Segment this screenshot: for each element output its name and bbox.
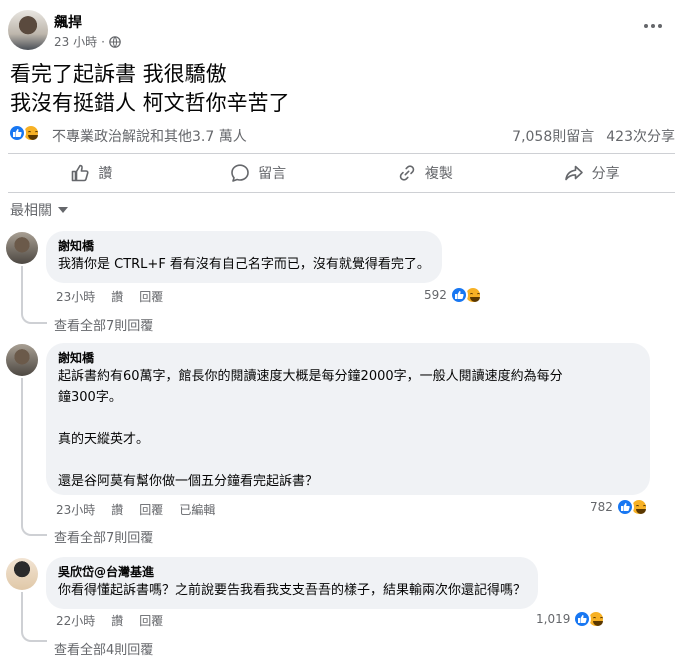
post-time[interactable]: 23 小時 [54,33,97,50]
comment-reactions[interactable]: 1,019 [536,610,606,628]
post-author-avatar[interactable] [8,10,48,50]
comment-button[interactable]: 留言 [175,154,342,192]
comment-time[interactable]: 23小時 [56,501,95,518]
comment-avatar[interactable] [6,232,38,264]
comment-author[interactable]: 謝知橋 [58,238,430,254]
copy-button-label: 複製 [424,166,453,182]
comment-reaction-count: 1,019 [536,612,571,626]
comment-bubble: 謝知橋 起訴書約有60萬字，館長你的閱讀速度大概是每分鐘2000字，一般人閱讀速… [46,343,650,495]
more-options-button[interactable] [639,18,667,34]
post-author-name[interactable]: 飆捍 [54,12,82,32]
thread-elbow [21,512,47,536]
comment-text: 你看得懂起訴書嗎？之前說要告我看我支支吾吾的樣子，結果輸兩次你還記得嗎？ [58,583,527,598]
comment-reply-button[interactable]: 回覆 [139,288,163,305]
comment-author[interactable]: 吳欣岱@台灣基進 [58,564,526,580]
comment-like-button[interactable]: 讚 [111,288,123,305]
post-action-bar: 讚 留言 複製 分享 [8,153,675,193]
comment-reply-button[interactable]: 回覆 [139,612,163,629]
comment-count[interactable]: 7,058則留言 [512,126,594,146]
comment-reply-button[interactable]: 回覆 [139,501,163,518]
link-icon [399,165,415,181]
comment-time[interactable]: 23小時 [56,288,95,305]
view-replies-link[interactable]: 查看全部7則回覆 [54,527,153,546]
globe-icon [109,35,121,48]
comment-time[interactable]: 22小時 [56,612,95,629]
view-replies-link[interactable]: 查看全部4則回覆 [54,639,153,658]
comment-text: 起訴書約有60萬字，館長你的閱讀速度大概是每分鐘2000字，一般人閱讀速度約為每… [58,369,563,489]
comment-actions: 23小時 讚 回覆 已編輯 [56,501,215,518]
comment-bubble: 謝知橋 我猜你是 CTRL+F 看有沒有自己名字而已，沒有就覺得看完了。 [46,231,442,283]
comment-edited-label: 已編輯 [179,503,216,517]
like-button[interactable]: 讚 [8,154,175,192]
comment-avatar[interactable] [6,344,38,376]
comment-text: 我猜你是 CTRL+F 看有沒有自己名字而已，沒有就覺得看完了。 [58,257,430,272]
thumbs-up-icon [72,164,89,182]
comment-reaction-count: 592 [424,288,447,302]
post-text-line: 看完了起訴書 我很驕傲 [10,62,227,86]
post-meta: 23 小時 · [54,33,121,50]
share-count[interactable]: 423次分享 [606,126,675,146]
post-counts: 7,058則留言 423次分享 [512,126,675,146]
comment-author[interactable]: 謝知橋 [58,350,638,366]
reaction-summary: 不專業政治解說和其他3.7 萬人 7,058則留言 423次分享 [8,124,675,146]
caret-down-icon [58,207,68,213]
comment-avatar[interactable] [6,558,38,590]
comment-actions: 22小時 讚 回覆 [56,612,163,629]
like-reaction-icon [449,286,468,304]
comment-sort-dropdown[interactable]: 最相關 [10,200,68,220]
thread-line [21,378,23,520]
reaction-icons[interactable] [8,124,40,142]
comment-actions: 23小時 讚 回覆 [56,288,163,305]
copy-button[interactable]: 複製 [342,154,509,192]
thread-elbow [21,300,47,324]
post-text-line: 我沒有挺錯人 柯文哲你辛苦了 [10,91,290,115]
share-button[interactable]: 分享 [508,154,675,192]
share-button-label: 分享 [591,166,620,182]
comment-reactions[interactable]: 782 [590,498,648,516]
reactors-text[interactable]: 不專業政治解說和其他3.7 萬人 [52,126,247,146]
comment-like-button[interactable]: 讚 [111,501,123,518]
comment-button-label: 留言 [258,166,287,182]
like-reaction-icon [615,498,634,516]
sort-label: 最相關 [10,203,52,219]
like-button-label: 讚 [98,166,113,182]
comment-bubble: 吳欣岱@台灣基進 你看得懂起訴書嗎？之前說要告我看我支支吾吾的樣子，結果輸兩次你… [46,557,539,609]
thread-elbow [21,618,47,642]
post-text: 看完了起訴書 我很驕傲 我沒有挺錯人 柯文哲你辛苦了 [10,60,290,118]
like-reaction-icon [8,124,26,142]
comment-like-button[interactable]: 讚 [111,612,123,629]
share-arrow-icon [564,165,583,181]
comment-reactions[interactable]: 592 [424,286,482,304]
speech-bubble-icon [231,164,249,182]
comment-reaction-count: 782 [590,500,613,514]
view-replies-link[interactable]: 查看全部7則回覆 [54,315,153,334]
